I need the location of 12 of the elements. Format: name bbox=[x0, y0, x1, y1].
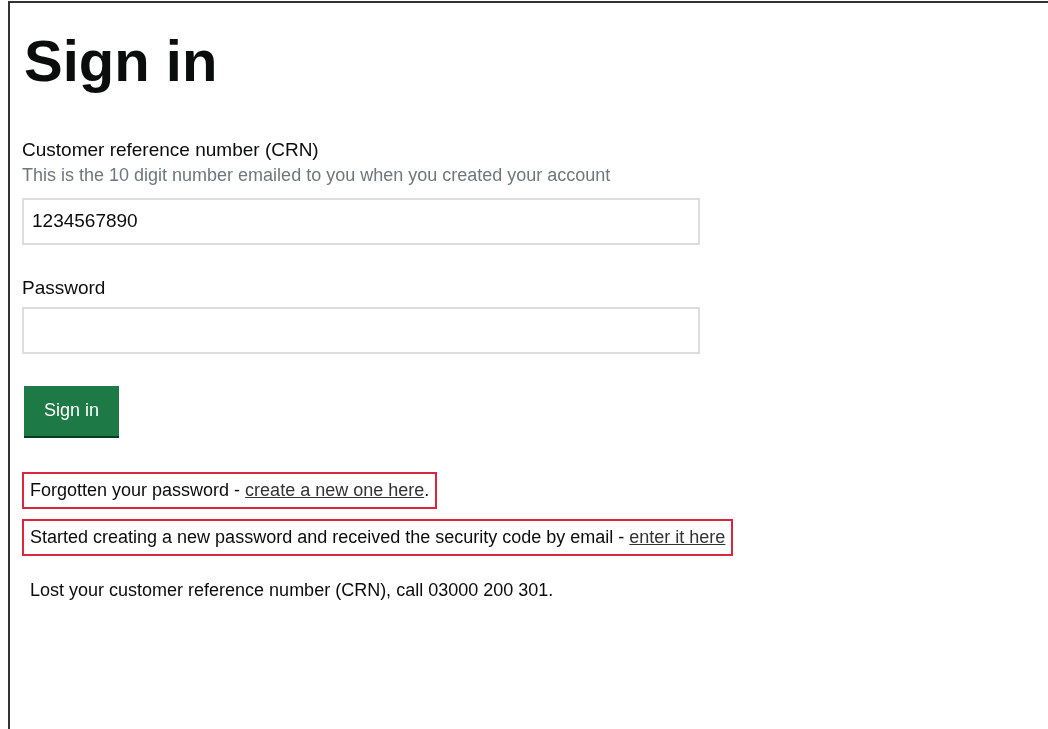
help-link[interactable]: create a new one here bbox=[245, 479, 425, 500]
sign-in-button[interactable]: Sign in bbox=[24, 385, 120, 436]
help-link[interactable]: enter it here bbox=[629, 526, 726, 547]
help-text: Forgotten your password - create a new one here. bbox=[22, 471, 438, 509]
page-heading: Sign in bbox=[24, 29, 219, 93]
input-field[interactable]: 1234567890 bbox=[22, 197, 700, 245]
help-text: Lost your customer reference number (CRN), call 03000 200 301. bbox=[29, 578, 555, 602]
field-label: Password bbox=[22, 276, 107, 299]
input-field[interactable] bbox=[22, 306, 700, 354]
help-text: Started creating a new password and received the security code by email - enter it here bbox=[22, 518, 734, 556]
field-label: Customer reference number (CRN) bbox=[22, 138, 320, 161]
field-hint: This is the 10 digit number emailed to you when you created your account bbox=[22, 164, 612, 186]
